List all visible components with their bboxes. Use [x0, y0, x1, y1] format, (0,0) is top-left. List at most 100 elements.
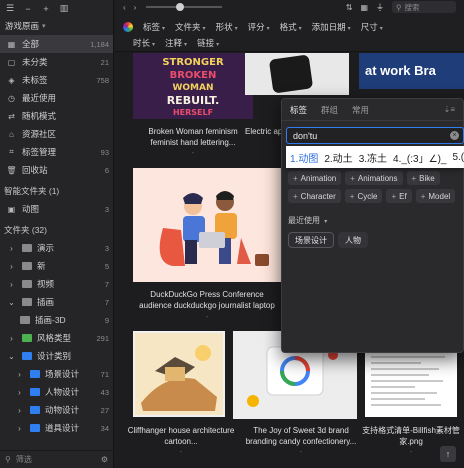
ime-candidate[interactable]: 4._(:3」∠)_ — [393, 150, 446, 165]
folder-item[interactable]: › 风格类型 291 — [0, 329, 113, 347]
back-icon[interactable]: ‹ — [123, 3, 126, 12]
tag-label: Animations — [357, 173, 398, 183]
ime-candidate[interactable]: 5.( — [452, 152, 464, 163]
color-filter-icon[interactable] — [123, 22, 133, 32]
layout-icon[interactable]: ▦ — [360, 3, 368, 12]
search-input[interactable]: ⚲ 搜索 — [392, 1, 456, 13]
asset-meta: - — [299, 449, 303, 456]
settings-icon[interactable]: ⚙ — [101, 455, 108, 464]
smart-folders-header[interactable]: 智能文件夹 (1) — [0, 182, 113, 200]
filter-icon[interactable]: ⏚ — [376, 2, 384, 13]
filter-format[interactable]: 格式 ▾ — [280, 21, 302, 33]
tag-suggestion[interactable]: + Bike — [406, 171, 440, 185]
folder-count: 3 — [104, 243, 109, 253]
tab-groups[interactable]: 群组 — [321, 104, 338, 116]
sort-icon[interactable]: ⇅ — [346, 3, 353, 12]
ime-candidate[interactable]: 3.冻土 — [359, 150, 387, 165]
slider-knob[interactable] — [176, 3, 185, 11]
chevron-down-icon[interactable]: ⌄ — [6, 297, 17, 308]
tag-popup: 标签 群组 常用 ⇣≡ don'tu × + Animation + Animati… — [281, 98, 464, 353]
chevron-right-icon[interactable]: › — [6, 279, 17, 290]
folder-item[interactable]: › 人物设计 43 — [0, 383, 113, 401]
folder-item[interactable]: › 演示 3 — [0, 239, 113, 257]
chevron-right-icon[interactable]: › — [14, 405, 25, 416]
sidebar-item-community[interactable]: ⌂ 资源社区 — [0, 125, 113, 143]
folder-item[interactable]: › 动物设计 27 — [0, 401, 113, 419]
poster-text-line: REBUILT. — [167, 94, 220, 107]
filter-notes[interactable]: 注释 ▾ — [165, 37, 187, 49]
recent-tags: 场景设计 人物 — [288, 232, 368, 248]
chevron-right-icon[interactable]: › — [6, 333, 17, 344]
filter-folders[interactable]: 文件夹 ▾ — [175, 21, 206, 33]
folder-item[interactable]: ⌄ 设计类别 — [0, 347, 113, 365]
thumbnail-size-slider[interactable] — [146, 3, 223, 11]
chevron-down-icon[interactable]: ⌄ — [6, 351, 17, 362]
forward-icon[interactable]: › — [134, 3, 137, 12]
sort-icon[interactable]: ⇣≡ — [444, 105, 455, 114]
ime-candidate[interactable]: 2.动土 — [324, 150, 352, 165]
thumbnail-electric-app[interactable] — [245, 53, 349, 95]
thumbnail-cliffhanger[interactable] — [133, 331, 225, 417]
sidebar-item-label: 未分类 — [22, 57, 48, 67]
sidebar-item-untagged[interactable]: ◈ 未标签 758 — [0, 71, 113, 89]
clear-icon[interactable]: × — [450, 131, 459, 140]
recent-tag[interactable]: 人物 — [338, 232, 368, 248]
chevron-right-icon[interactable]: › — [14, 423, 25, 434]
trash-icon: 🗑 — [6, 165, 17, 175]
filter-label: 尺寸 — [360, 22, 378, 32]
filter-size[interactable]: 尺寸 ▾ — [361, 21, 383, 33]
add-icon[interactable]: + — [40, 3, 52, 15]
asset-caption: DuckDuckGo Press Conference audience duc… — [139, 290, 275, 310]
chevron-right-icon[interactable]: › — [14, 369, 25, 380]
thumbnail-broken-woman[interactable]: STRONGER BROKEN WOMAN REBUILT. HERSELF — [133, 53, 253, 119]
split-view-icon[interactable]: ▥ — [58, 3, 70, 15]
folder-item[interactable]: › 场景设计 71 — [0, 365, 113, 383]
minus-icon[interactable]: − — [22, 3, 34, 15]
sidebar-filter[interactable]: ⚲ 筛选 ⚙ — [0, 450, 113, 468]
tag-suggestion[interactable]: + Animation — [288, 171, 342, 185]
filter-duration[interactable]: 时长 ▾ — [133, 37, 155, 49]
sidebar-item-unsorted[interactable]: ▢ 未分类 21 — [0, 53, 113, 71]
filter-shape[interactable]: 形状 ▾ — [216, 21, 238, 33]
tab-frequent[interactable]: 常用 — [352, 104, 369, 116]
sidebar-item-all[interactable]: ▦ 全部 1,184 — [0, 35, 113, 53]
ime-candidate[interactable]: 1.动图 — [290, 150, 318, 165]
chevron-right-icon[interactable]: › — [14, 387, 25, 398]
folder-icon — [20, 316, 30, 324]
sidebar-item-trash[interactable]: 🗑 回收站 6 — [0, 161, 113, 179]
work-text: at work Bra — [365, 63, 436, 78]
folders-header[interactable]: 文件夹 (32) — [0, 221, 113, 239]
tag-suggestion[interactable]: + Cycle — [344, 189, 383, 203]
thumbnail-duckduckgo[interactable] — [133, 168, 281, 282]
asset-caption: Cliffhanger house architecture cartoon..… — [127, 426, 235, 446]
sidebar-item-random[interactable]: ⇄ 随机模式 — [0, 107, 113, 125]
tag-suggestion[interactable]: + Model — [415, 189, 456, 203]
filter-rating[interactable]: 评分 ▾ — [248, 21, 270, 33]
toolbar: ‹ › ⇅ ▦ ⏚ ⚲ 搜索 标签 ▾ 文件夹 ▾ 形状 ▾ 评分 ▾ 格式 ▾ 添加日期… — [115, 0, 464, 52]
tag-popup-tabs: 标签 群组 常用 ⇣≡ — [282, 99, 463, 121]
scroll-to-top-button[interactable]: ↑ — [440, 446, 456, 462]
recent-tag[interactable]: 场景设计 — [288, 232, 334, 248]
library-switcher[interactable]: 游戏原画 ▾ — [0, 17, 113, 35]
filter-link[interactable]: 链接 ▾ — [197, 37, 219, 49]
recent-tags-header[interactable]: 最近使用 ▾ — [288, 215, 327, 226]
tag-suggestion[interactable]: + Ef — [386, 189, 412, 203]
filter-date-added[interactable]: 添加日期 ▾ — [312, 21, 351, 33]
tab-tags[interactable]: 标签 — [290, 104, 307, 116]
chevron-right-icon[interactable]: › — [6, 243, 17, 254]
smart-folder-item[interactable]: ▣ 动图 3 — [0, 200, 113, 218]
sidebar-item-recent[interactable]: ◷ 最近使用 — [0, 89, 113, 107]
chevron-right-icon[interactable]: › — [6, 261, 17, 272]
settings-icon[interactable]: ☰ — [4, 3, 16, 15]
thumbnail-work-brand[interactable]: at work Bra — [359, 53, 464, 89]
sidebar-item-tag-manager[interactable]: ⌗ 标签管理 93 — [0, 143, 113, 161]
folder-item[interactable]: › 道具设计 34 — [0, 419, 113, 437]
filter-tags[interactable]: 标签 ▾ — [143, 21, 165, 33]
tag-suggestion[interactable]: + Animations — [345, 171, 403, 185]
folder-item[interactable]: 插画-3D 9 — [0, 311, 113, 329]
folder-item[interactable]: › 新 5 — [0, 257, 113, 275]
tag-suggestion[interactable]: + Character — [288, 189, 341, 203]
folder-item[interactable]: ⌄ 插画 7 — [0, 293, 113, 311]
folder-item[interactable]: › 视频 7 — [0, 275, 113, 293]
tag-input[interactable]: don'tu × — [286, 127, 464, 144]
